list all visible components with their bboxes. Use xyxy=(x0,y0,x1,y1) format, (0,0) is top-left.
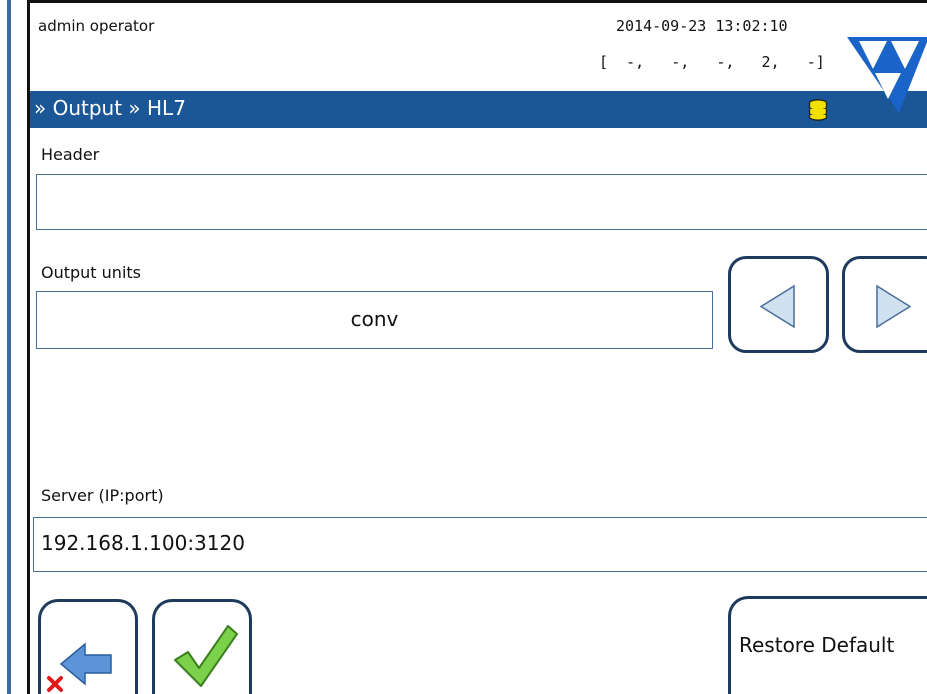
title-bar: » Output » HL7 xyxy=(30,91,927,128)
output-units-label: Output units xyxy=(41,263,141,282)
header-label: Header xyxy=(41,145,100,164)
status-bar: admin operator 2014-09-23 13:02:10 [ -, … xyxy=(30,3,927,91)
current-user: admin operator xyxy=(38,17,155,35)
output-units-field: conv xyxy=(36,291,713,349)
restore-default-button[interactable]: Restore Default xyxy=(728,596,927,694)
output-units-value: conv xyxy=(350,307,399,331)
server-label: Server (IP:port) xyxy=(41,486,164,505)
server-value: 192.168.1.100:3120 xyxy=(41,531,245,555)
database-icon xyxy=(808,99,828,121)
server-input[interactable]: 192.168.1.100:3120 xyxy=(33,517,927,572)
confirm-button[interactable] xyxy=(152,599,252,694)
status-counters: [ -, -, -, 2, -] xyxy=(599,53,825,71)
triangle-left-icon xyxy=(759,284,795,329)
brand-logo xyxy=(847,37,927,113)
triangle-right-icon xyxy=(876,284,912,329)
header-input[interactable] xyxy=(36,174,927,230)
breadcrumb: » Output » HL7 xyxy=(34,96,186,120)
restore-default-label: Restore Default xyxy=(739,633,895,657)
date-time: 2014-09-23 13:02:10 xyxy=(616,17,788,35)
previous-option-button[interactable] xyxy=(728,256,829,353)
left-edge-rule xyxy=(0,0,15,694)
checkmark-icon xyxy=(174,625,238,687)
next-option-button[interactable] xyxy=(842,256,927,353)
device-screen: admin operator 2014-09-23 13:02:10 [ -, … xyxy=(27,0,927,694)
back-arrow-cancel-icon xyxy=(47,642,112,692)
back-button[interactable] xyxy=(38,599,138,694)
